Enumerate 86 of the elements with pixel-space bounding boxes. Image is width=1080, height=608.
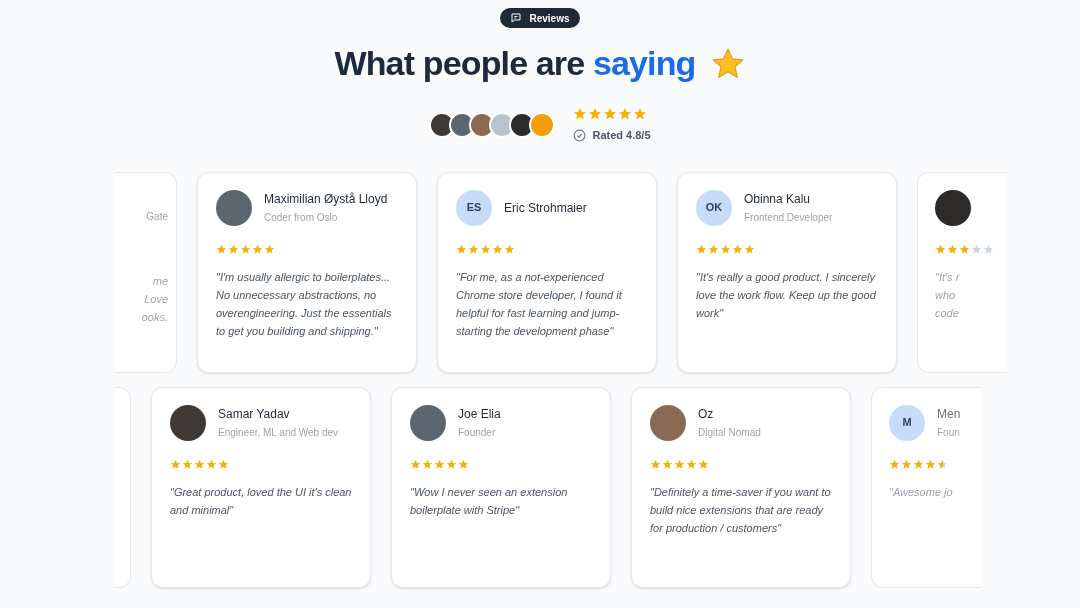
chat-icon xyxy=(510,12,523,24)
initials-avatar: M xyxy=(889,404,925,441)
review-quote: "It's really a good product. I sincerely love the work flow. Keep up the good work" xyxy=(696,269,877,321)
avatar-photo xyxy=(650,404,686,441)
rating-text: Rated 4.8/5 xyxy=(592,128,651,143)
quote-fragment: code xyxy=(935,305,959,321)
star-icon xyxy=(603,107,618,121)
star-icon xyxy=(971,243,982,255)
star-icon xyxy=(708,243,719,255)
star-icon xyxy=(216,243,227,255)
reviewer-name: Maximilian Øystå Lloyd xyxy=(264,191,388,208)
star-icon xyxy=(696,243,707,255)
star-icon xyxy=(264,243,275,255)
star-icon xyxy=(170,458,181,470)
reviewer-role: Frontend Developer xyxy=(744,211,833,225)
reviewer-name: Samar Yadav xyxy=(218,406,291,423)
reviewer-role: Founder xyxy=(458,426,497,440)
star-icon xyxy=(732,243,743,255)
star-icon xyxy=(937,458,948,470)
page-heading: What people are saying xyxy=(334,43,696,84)
review-quote: "Wow I never seen an extension boilerplate with Stripe" xyxy=(410,484,569,518)
star-icon xyxy=(662,458,673,470)
quote-fragment: me xyxy=(152,273,168,289)
quote-fragment: Love xyxy=(144,291,168,307)
star-icon xyxy=(925,458,936,470)
star-icon xyxy=(218,458,229,470)
star-icon xyxy=(252,243,263,255)
reviewer-role: Digital Nomad xyxy=(698,426,761,440)
reviewer-role: Engineer, ML and Web dev xyxy=(218,426,339,440)
review-quote: "Great product, loved the UI it's clean and minimal" xyxy=(170,484,352,518)
star-icon xyxy=(959,243,970,255)
star-icon xyxy=(194,458,205,470)
avatar-photo xyxy=(410,404,446,441)
check-circle-icon xyxy=(573,128,587,142)
star-icon xyxy=(182,458,193,470)
star-icon xyxy=(901,458,912,470)
star-icon xyxy=(434,458,445,470)
reviewer-name: Men xyxy=(937,406,961,423)
star-icon xyxy=(504,243,515,255)
star-icon xyxy=(480,243,491,255)
review-quote: "Definitely a time-saver if you want to build nice extensions that are ready for production / customers" xyxy=(650,484,832,536)
star-icon xyxy=(983,243,994,255)
star-icon xyxy=(913,458,924,470)
badge-label: Reviews xyxy=(529,11,570,26)
star-icon xyxy=(492,243,503,255)
star-icon xyxy=(686,458,697,470)
star-icon xyxy=(633,107,648,121)
star-icon xyxy=(744,243,755,255)
reviewer-role: Foun xyxy=(937,426,961,440)
star-icon xyxy=(588,107,603,121)
star-icon xyxy=(674,458,685,470)
initials-avatar: OK xyxy=(696,189,732,226)
star-icon xyxy=(446,458,457,470)
avatar-photo xyxy=(216,189,252,226)
quote-fragment: ooks. xyxy=(141,309,168,325)
avatar-photo xyxy=(529,112,556,139)
reviewer-name: Obinna Kalu xyxy=(744,191,812,208)
star-icon xyxy=(228,243,239,255)
reviewer-role: Gate xyxy=(146,209,168,224)
star-icon xyxy=(410,458,421,470)
star-icon xyxy=(422,458,433,470)
star-icon xyxy=(458,458,469,470)
avatar-photo xyxy=(935,189,971,226)
star-icon xyxy=(650,458,661,470)
reviewer-name: Joe Elia xyxy=(458,406,501,423)
star-icon xyxy=(206,458,217,470)
star-icon xyxy=(456,243,467,255)
reviewer-name: Oz xyxy=(698,406,715,423)
reviewer-name: Eric Strohmaier xyxy=(504,199,587,217)
star-icon xyxy=(698,458,709,470)
quote-fragment: "It's r xyxy=(935,269,960,285)
star-icon xyxy=(468,243,479,255)
avatar-photo xyxy=(170,404,206,441)
star-icon xyxy=(573,107,588,121)
star-icon xyxy=(935,243,946,255)
review-quote: "I'm usually allergic to boilerplates... No unnecessary abstractions, no overengineering. Just the essentials to get you building and shipping." xyxy=(216,269,393,339)
quote-fragment: who xyxy=(935,287,956,303)
review-quote: "For me, as a not-experienced Chrome store developer, I found it helpful for fast learning and jump-starting the development phase" xyxy=(456,269,623,339)
quote-fragment: "Awesome jo xyxy=(889,484,953,500)
star-icon xyxy=(720,243,731,255)
star-icon xyxy=(618,107,633,121)
star-icon xyxy=(947,243,958,255)
initials-avatar: ES xyxy=(456,189,492,226)
reviewer-role: Coder from Oslo xyxy=(264,211,339,225)
star-icon xyxy=(889,458,900,470)
star-icon xyxy=(240,243,251,255)
